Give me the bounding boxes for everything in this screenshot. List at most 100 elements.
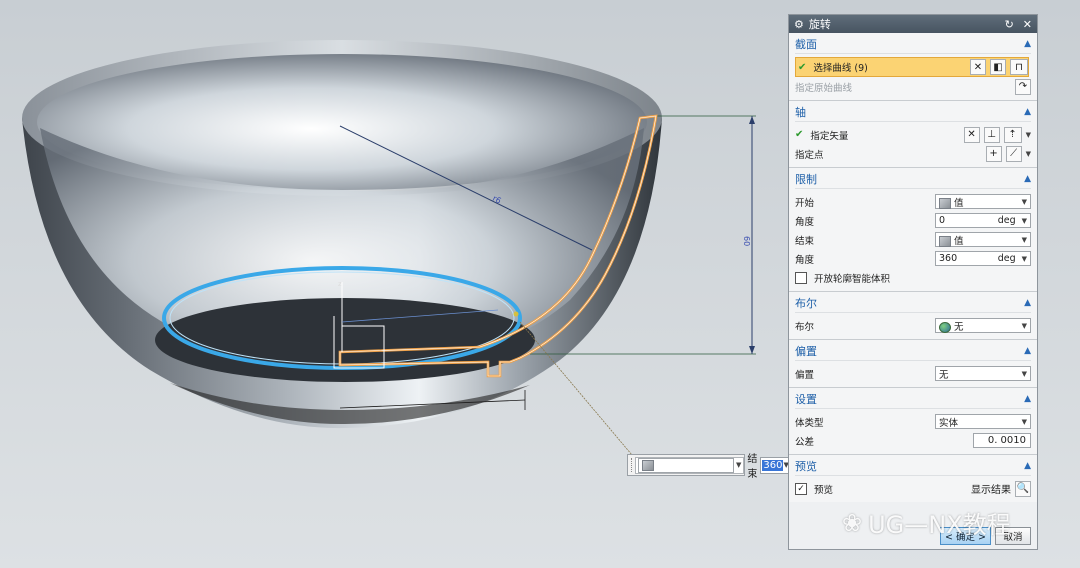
close-icon[interactable]: ✕	[1023, 18, 1032, 31]
preview-group: 预览 ▲ ✓ 预览 显示结果 🔍	[789, 455, 1037, 502]
axis-group-header[interactable]: 轴 ▲	[795, 103, 1031, 122]
magnifier-icon[interactable]: 🔍	[1015, 480, 1031, 497]
z-axis-label: z	[338, 280, 342, 288]
preview-checkbox[interactable]: ✓	[795, 482, 807, 495]
preview-row[interactable]: ✓ 预览 显示结果 🔍	[795, 479, 1031, 498]
end-row: 结束 值 ▼	[795, 230, 1031, 249]
start-mode-dropdown[interactable]: 值 ▼	[935, 194, 1031, 209]
open-profile-row[interactable]: 开放轮廓智能体积	[795, 268, 1031, 287]
reset-icon[interactable]: ↻	[1005, 18, 1014, 31]
specify-vector-label: 指定矢量	[810, 130, 849, 142]
origin-curve-label: 指定原始曲线	[795, 82, 853, 94]
axis-group: 轴 ▲ ✔ 指定矢量 ✕ ⊥ ⇡ ▼ 指定点 + ⟋ ▼	[789, 101, 1037, 168]
curve-icon[interactable]: ◧	[990, 59, 1006, 75]
chevron-down-icon: ▼	[1021, 235, 1027, 244]
chevron-up-icon[interactable]: ▲	[1024, 298, 1031, 308]
point-type-icon[interactable]: ⟋	[1005, 145, 1022, 162]
chevron-up-icon[interactable]: ▲	[1024, 107, 1031, 117]
chevron-up-icon[interactable]: ▲	[1024, 346, 1031, 356]
preview-group-header[interactable]: 预览 ▲	[795, 457, 1031, 476]
chevron-down-icon: ▼	[1021, 321, 1027, 330]
limits-group-title: 限制	[795, 173, 817, 186]
origin-curve-icon[interactable]: ↷	[1015, 78, 1031, 95]
limits-group-header[interactable]: 限制 ▲	[795, 170, 1031, 189]
section-group-title: 截面	[795, 38, 817, 51]
dialog-titlebar[interactable]: ⚙ 旋转 ↻ ✕	[789, 15, 1037, 33]
select-curve-row[interactable]: ✔ 选择曲线 (9) ✕ ◧ ⊓	[795, 57, 1029, 77]
start-label: 开始	[795, 197, 815, 209]
grip-handle-icon[interactable]	[631, 458, 632, 472]
offset-dropdown[interactable]: 无 ▼	[935, 366, 1031, 381]
show-result-label[interactable]: 显示结果	[971, 481, 1011, 496]
open-profile-checkbox[interactable]	[795, 271, 807, 284]
vector-type-icon[interactable]: ⇡	[1003, 126, 1022, 143]
value-mode-icon	[939, 197, 951, 209]
start-row: 开始 值 ▼	[795, 192, 1031, 211]
floating-end-angle-editor[interactable]: ▼ 结束 360 ▼	[627, 454, 791, 480]
settings-group: 设置 ▲ 体类型 实体 ▼ 公差 0. 0010	[789, 388, 1037, 455]
chevron-up-icon[interactable]: ▲	[1024, 39, 1031, 49]
dim-arrow-top	[749, 116, 755, 124]
chevron-up-icon[interactable]: ▲	[1024, 394, 1031, 404]
vector-dialog-icon[interactable]: ⊥	[983, 126, 1000, 143]
start-angle-unit: deg	[997, 215, 1016, 226]
height-dimension-text: 60	[742, 236, 751, 246]
section-group-header[interactable]: 截面 ▲	[795, 35, 1031, 54]
chevron-down-icon: ▼	[1021, 369, 1027, 378]
settings-group-header[interactable]: 设置 ▲	[795, 390, 1031, 409]
boolean-group-title: 布尔	[795, 297, 817, 310]
start-angle-row: 角度 0 deg ▼	[795, 211, 1031, 230]
settings-group-title: 设置	[795, 393, 817, 406]
tolerance-label: 公差	[795, 436, 815, 448]
body-type-dropdown[interactable]: 实体 ▼	[935, 414, 1031, 429]
section-group: 截面 ▲ ✔ 选择曲线 (9) ✕ ◧ ⊓ 指定原始曲线 ↷	[789, 33, 1037, 101]
body-type-value: 实体	[939, 417, 959, 429]
chevron-down-icon: ▼	[736, 461, 742, 469]
end-label: 结束	[795, 235, 815, 247]
check-icon: ✔	[795, 129, 804, 140]
offset-group-header[interactable]: 偏置 ▲	[795, 342, 1031, 361]
boolean-group-header[interactable]: 布尔 ▲	[795, 294, 1031, 313]
preview-label: 预览	[814, 484, 834, 496]
offset-group-title: 偏置	[795, 345, 817, 358]
boolean-value: 无	[954, 321, 964, 333]
open-profile-label: 开放轮廓智能体积	[814, 273, 891, 285]
offset-value: 无	[939, 369, 949, 381]
watermark-text: UG—NX教程	[868, 511, 1011, 539]
sketch-section-icon[interactable]: ✕	[970, 59, 986, 75]
chevron-up-icon[interactable]: ▲	[1024, 461, 1031, 471]
end-mode-dropdown[interactable]: 值 ▼	[935, 232, 1031, 247]
origin-curve-row[interactable]: 指定原始曲线 ↷	[795, 77, 1031, 96]
end-mode-mini-dropdown[interactable]: ▼	[635, 456, 745, 474]
reverse-direction-icon[interactable]: ✕	[963, 126, 980, 143]
check-icon: ✔	[798, 61, 807, 73]
start-angle-input[interactable]: 0 deg ▼	[935, 213, 1031, 228]
chevron-down-icon[interactable]: ▼	[1026, 131, 1031, 139]
floating-end-value-text: 360	[762, 459, 784, 471]
boolean-dropdown[interactable]: 无 ▼	[935, 318, 1031, 333]
tolerance-input[interactable]: 0. 0010	[973, 433, 1031, 448]
body-type-row: 体类型 实体 ▼	[795, 412, 1031, 431]
dialog-title: 旋转	[808, 18, 831, 31]
point-dialog-icon[interactable]: +	[985, 145, 1002, 162]
chevron-down-icon[interactable]: ▼	[1026, 150, 1031, 158]
wechat-icon: ❀	[842, 508, 863, 537]
chevron-up-icon[interactable]: ▲	[1024, 174, 1031, 184]
value-mode-icon	[939, 235, 951, 247]
end-angle-label: 角度	[795, 254, 815, 266]
boolean-none-icon	[939, 321, 951, 333]
limits-group: 限制 ▲ 开始 值 ▼ 角度 0 deg ▼ 结束 值 ▼ 角度 360 deg…	[789, 168, 1037, 292]
offset-label: 偏置	[795, 369, 815, 381]
end-mode-value: 值	[954, 235, 964, 247]
curve-rule-icon[interactable]: ⊓	[1010, 59, 1028, 75]
specify-vector-row[interactable]: ✔ 指定矢量 ✕ ⊥ ⇡ ▼	[795, 125, 1031, 144]
boolean-group: 布尔 ▲ 布尔 无 ▼	[789, 292, 1037, 340]
boolean-label: 布尔	[795, 321, 815, 333]
chevron-down-icon: ▼	[1021, 254, 1027, 263]
sketch-point[interactable]	[513, 311, 519, 317]
specify-point-row[interactable]: 指定点 + ⟋ ▼	[795, 144, 1031, 163]
floating-end-value-input[interactable]: 360 ▼	[760, 456, 791, 474]
end-angle-input[interactable]: 360 deg ▼	[935, 251, 1031, 266]
chevron-down-icon: ▼	[1021, 216, 1027, 225]
dim-arrow-bottom	[749, 346, 755, 354]
